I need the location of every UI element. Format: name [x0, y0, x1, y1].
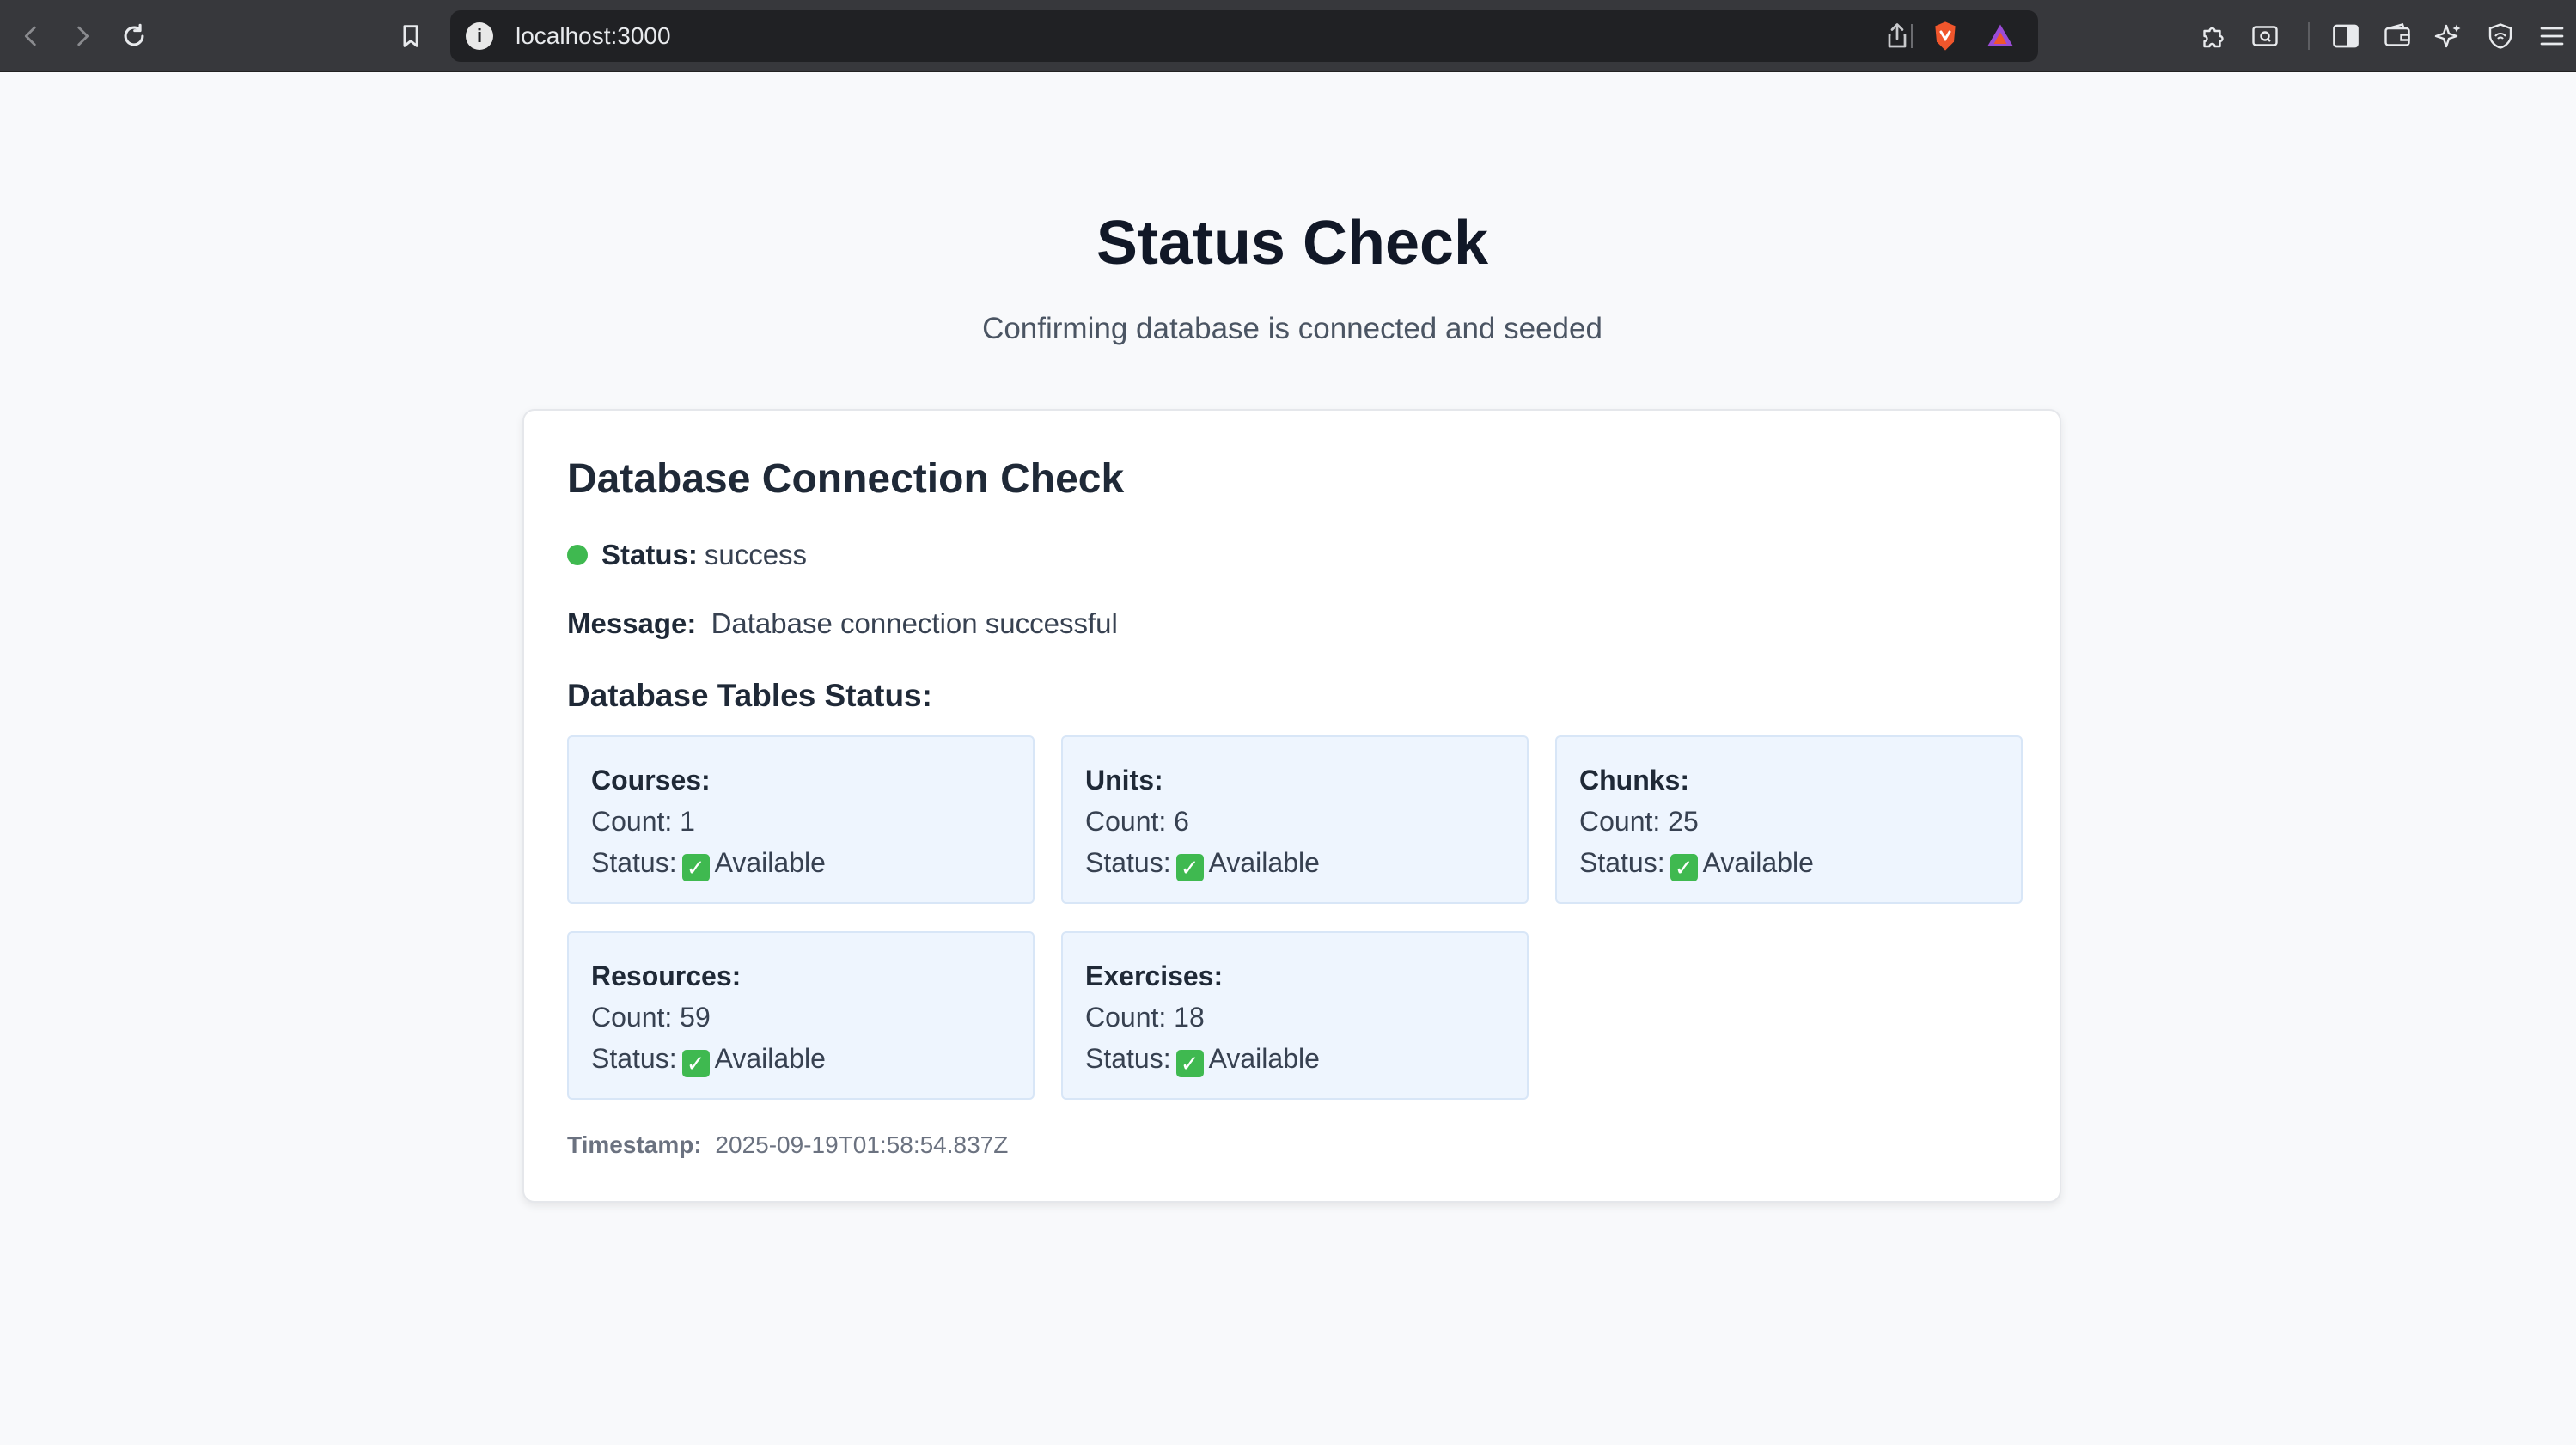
status-row: Status: success — [567, 536, 807, 574]
url-text[interactable]: localhost:3000 — [516, 22, 671, 50]
table-status-chunks: Chunks: Count: 25 Status: ✓ Available — [1555, 735, 2023, 904]
brave-shields-icon[interactable] — [1928, 19, 1963, 53]
status-label: Status: — [1579, 847, 1665, 878]
timestamp-label: Timestamp: — [567, 1131, 702, 1158]
count-label: Count: — [1085, 806, 1167, 837]
table-status: Status: ✓ Available — [1579, 842, 2021, 883]
status-value: Available — [1702, 847, 1814, 878]
table-status: Status: ✓ Available — [1085, 1038, 1527, 1079]
bookmark-button[interactable] — [390, 15, 431, 57]
check-mark-icon: ✓ — [1670, 854, 1698, 881]
table-status: Status: ✓ Available — [1085, 842, 1527, 883]
leo-ai-button[interactable] — [2430, 17, 2468, 55]
count-label: Count: — [591, 1002, 673, 1033]
reload-icon — [124, 23, 144, 46]
page-title: Status Check — [1096, 209, 1489, 277]
message-value: Database connection successful — [711, 607, 1118, 639]
count-label: Count: — [1085, 1002, 1167, 1033]
address-divider — [1911, 24, 1913, 48]
table-status-exercises: Exercises: Count: 18 Status: ✓ Available — [1061, 931, 1529, 1100]
status-value: Available — [1208, 1043, 1320, 1074]
bookmark-icon — [403, 25, 418, 47]
status-value: Available — [714, 1043, 826, 1074]
sparkle-icon — [2434, 24, 2461, 48]
count-value: 1 — [680, 806, 695, 837]
table-name: Units: — [1085, 765, 1163, 796]
table-count: Count: 6 — [1085, 801, 1527, 842]
address-bar[interactable]: i localhost:3000 — [450, 10, 2038, 62]
page-subtitle: Confirming database is connected and see… — [982, 312, 1602, 345]
count-value: 6 — [1174, 806, 1189, 837]
share-icon[interactable] — [1882, 21, 1913, 52]
status-value: Available — [1208, 847, 1320, 878]
wallet-icon — [2384, 23, 2410, 46]
table-name: Chunks: — [1579, 765, 1689, 796]
shield-icon — [2488, 23, 2512, 49]
chevron-left-icon — [24, 26, 36, 46]
chevron-right-icon — [77, 26, 89, 46]
status-value: Available — [714, 847, 826, 878]
search-box-icon — [2252, 26, 2278, 46]
brave-rewards-icon[interactable] — [1983, 21, 2017, 52]
sidebar-icon — [2333, 24, 2359, 48]
puzzle-icon — [2203, 27, 2224, 48]
browser-toolbar: i localhost:3000 — [0, 0, 2576, 72]
page-search-button[interactable] — [2246, 17, 2284, 55]
toolbar-divider — [2308, 22, 2310, 50]
table-count: Count: 1 — [591, 801, 1033, 842]
table-status-courses: Courses: Count: 1 Status: ✓ Available — [567, 735, 1035, 904]
table-status-resources: Resources: Count: 59 Status: ✓ Available — [567, 931, 1035, 1100]
card-title: Database Connection Check — [567, 456, 1125, 502]
timestamp-row: Timestamp: 2025-09-19T01:58:54.837Z — [567, 1129, 1008, 1161]
site-info-icon[interactable]: i — [466, 22, 493, 50]
reload-button[interactable] — [113, 15, 155, 57]
hamburger-menu-icon — [2540, 27, 2564, 46]
count-label: Count: — [1579, 806, 1661, 837]
message-label: Message: — [567, 607, 697, 639]
menu-button[interactable] — [2533, 17, 2571, 55]
status-label: Status: — [601, 539, 698, 570]
status-value: success — [704, 539, 808, 570]
back-button[interactable] — [10, 15, 52, 57]
count-value: 18 — [1174, 1002, 1205, 1033]
count-label: Count: — [591, 806, 673, 837]
status-label: Status: — [1085, 847, 1171, 878]
table-count: Count: 59 — [591, 997, 1033, 1038]
table-name: Resources: — [591, 960, 742, 991]
status-label: Status: — [591, 847, 677, 878]
extensions-button[interactable] — [2194, 17, 2232, 55]
table-status-units: Units: Count: 6 Status: ✓ Available — [1061, 735, 1529, 904]
check-mark-icon: ✓ — [1175, 1050, 1204, 1077]
table-count: Count: 25 — [1579, 801, 2021, 842]
tables-heading: Database Tables Status: — [567, 678, 932, 713]
status-indicator-dot — [567, 545, 588, 565]
table-count: Count: 18 — [1085, 997, 1527, 1038]
check-mark-icon: ✓ — [1175, 854, 1204, 881]
table-status: Status: ✓ Available — [591, 842, 1033, 883]
sidebar-button[interactable] — [2327, 17, 2365, 55]
status-label: Status: — [1085, 1043, 1171, 1074]
table-status: Status: ✓ Available — [591, 1038, 1033, 1079]
table-name: Courses: — [591, 765, 711, 796]
vpn-button[interactable] — [2481, 17, 2519, 55]
count-value: 25 — [1668, 806, 1699, 837]
timestamp-value: 2025-09-19T01:58:54.837Z — [715, 1131, 1009, 1158]
check-mark-icon: ✓ — [681, 854, 710, 881]
message-row: Message: Database connection successful — [567, 605, 1118, 643]
table-name: Exercises: — [1085, 960, 1224, 991]
forward-button[interactable] — [62, 15, 103, 57]
database-check-card: Database Connection Check Status: succes… — [522, 409, 2061, 1203]
check-mark-icon: ✓ — [681, 1050, 710, 1077]
wallet-button[interactable] — [2378, 17, 2416, 55]
status-label: Status: — [591, 1043, 677, 1074]
count-value: 59 — [680, 1002, 711, 1033]
